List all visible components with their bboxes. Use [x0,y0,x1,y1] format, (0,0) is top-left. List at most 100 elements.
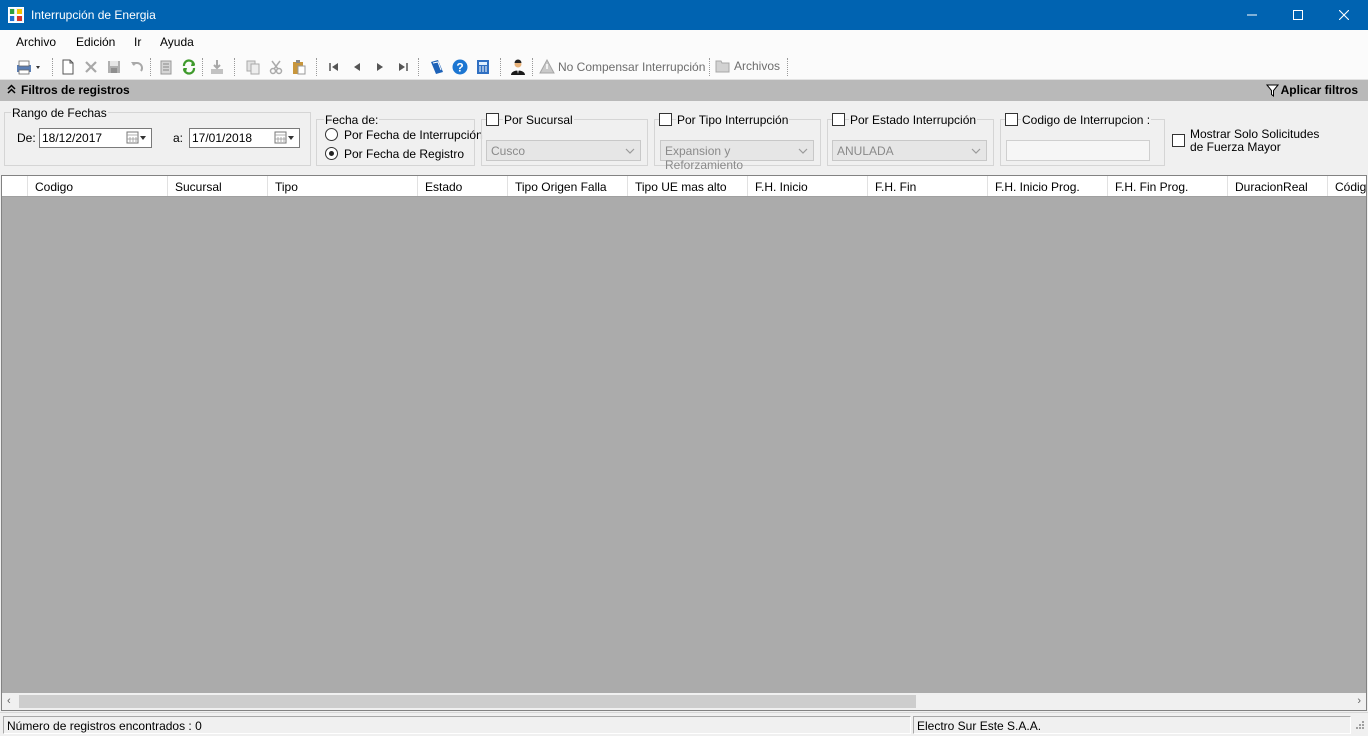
menu-bar: Archivo Edición Ir Ayuda [0,30,1368,54]
tipo-checkbox[interactable] [659,113,672,126]
calendar-dropdown-icon[interactable] [274,131,296,144]
window-title: Interrupción de Energia [31,8,156,22]
minimize-button[interactable] [1229,0,1275,30]
radio-fecha-registro-label[interactable]: Por Fecha de Registro [344,147,464,161]
column-header-sucursal[interactable]: Sucursal [167,176,267,196]
collapse-chevron-icon[interactable] [7,83,16,98]
records-grid[interactable]: Codigo Sucursal Tipo Estado Tipo Origen … [1,175,1367,711]
warning-icon [539,59,555,74]
to-date-value: 17/01/2018 [192,131,253,145]
codigo-checkbox-label[interactable]: Codigo de Interrupcion : [1021,113,1152,127]
folder-icon [715,60,730,73]
column-header-fh-inicio-prog[interactable]: F.H. Inicio Prog. [987,176,1107,196]
import-icon[interactable] [208,58,226,76]
toolbar-separator [787,58,788,76]
scroll-left-icon[interactable]: ‹ [7,695,11,707]
book-icon[interactable] [428,58,446,76]
toolbar-separator [202,58,203,76]
print-dropdown-button[interactable] [13,58,43,76]
toolbar-separator [500,58,501,76]
calculator-icon[interactable] [474,58,492,76]
calendar-dropdown-icon[interactable] [126,131,148,144]
refresh-icon[interactable] [180,58,198,76]
toolbar-separator [532,58,533,76]
filter-header[interactable]: Filtros de registros Aplicar filtros [0,80,1368,101]
delete-icon[interactable] [82,58,100,76]
column-header-fh-inicio[interactable]: F.H. Inicio [747,176,867,196]
menu-ir[interactable]: Ir [134,35,141,49]
archivos-label: Archivos [734,59,781,73]
toolbar-separator [234,58,235,76]
svg-text:?: ? [456,61,463,75]
toolbar: ? No Compensar Interrupción Archivos [0,54,1368,80]
row-header-column[interactable] [2,176,27,196]
tipo-select[interactable]: Expansion y Reforzamiento [660,140,814,172]
paste-icon[interactable] [290,58,308,76]
copy-icon[interactable] [244,58,262,76]
archivos-button[interactable]: Archivos [715,59,780,73]
app-icon [8,7,24,23]
user-icon[interactable] [509,58,527,76]
from-date-picker[interactable]: 18/12/2017 [39,128,152,148]
sucursal-checkbox-label[interactable]: Por Sucursal [503,113,574,127]
next-record-icon[interactable] [371,58,389,76]
from-date-value: 18/12/2017 [42,131,103,145]
column-header-codigo-2[interactable]: Código [1327,176,1366,196]
sucursal-select[interactable]: Cusco [486,140,641,161]
estado-select[interactable]: ANULADA [832,140,987,161]
filter-header-title: Filtros de registros [21,83,130,97]
chevron-down-icon [625,145,635,159]
estado-select-value: ANULADA [837,144,894,158]
filter-panel: Rango de Fechas De: 18/12/2017 a: 17/01/… [0,101,1368,175]
date-type-legend: Fecha de: [324,113,380,127]
help-icon[interactable]: ? [451,58,469,76]
apply-filters-label: Aplicar filtros [1280,83,1358,97]
resize-grip-icon[interactable] [1352,717,1366,733]
column-header-estado[interactable]: Estado [417,176,507,196]
tipo-checkbox-label[interactable]: Por Tipo Interrupción [676,113,790,127]
undo-icon[interactable] [128,58,146,76]
to-date-label: a: [173,131,184,145]
menu-ayuda[interactable]: Ayuda [160,35,194,49]
apply-filters-button[interactable]: Aplicar filtros [1265,83,1358,97]
no-compensar-button[interactable]: No Compensar Interrupción [539,59,705,74]
estado-checkbox[interactable] [832,113,845,126]
column-header-tipo-origen-falla[interactable]: Tipo Origen Falla [507,176,627,196]
first-record-icon[interactable] [325,58,343,76]
codigo-checkbox[interactable] [1005,113,1018,126]
menu-edicion[interactable]: Edición [76,35,115,49]
fuerza-mayor-checkbox[interactable] [1172,134,1185,147]
fuerza-mayor-label-line2: de Fuerza Mayor [1190,140,1281,154]
menu-archivo[interactable]: Archivo [16,35,56,49]
last-record-icon[interactable] [394,58,412,76]
sucursal-select-value: Cusco [491,144,526,158]
column-header-fh-fin-prog[interactable]: F.H. Fin Prog. [1107,176,1227,196]
save-icon[interactable] [105,58,123,76]
horizontal-scrollbar[interactable]: ‹ › [2,693,1366,710]
close-button[interactable] [1321,0,1367,30]
document-list-icon[interactable] [157,58,175,76]
scroll-thumb[interactable] [19,695,916,708]
codigo-input[interactable] [1006,140,1150,161]
chevron-down-icon [971,145,981,159]
radio-fecha-interrupcion[interactable] [325,128,338,141]
scroll-right-icon[interactable]: › [1357,695,1361,707]
radio-fecha-interrupcion-label[interactable]: Por Fecha de Interrupción [344,128,483,142]
cut-icon[interactable] [267,58,285,76]
to-date-picker[interactable]: 17/01/2018 [189,128,300,148]
fuerza-mayor-label[interactable]: Mostrar Solo Solicitudes de Fuerza Mayor [1190,128,1319,154]
toolbar-separator [709,58,710,76]
column-header-tipo[interactable]: Tipo [267,176,417,196]
toolbar-separator [418,58,419,76]
column-header-codigo[interactable]: Codigo [27,176,167,196]
toolbar-separator [52,58,53,76]
estado-checkbox-label[interactable]: Por Estado Interrupción [849,113,978,127]
radio-fecha-registro[interactable] [325,147,338,160]
previous-record-icon[interactable] [348,58,366,76]
column-header-fh-fin[interactable]: F.H. Fin [867,176,987,196]
column-header-tipo-ue[interactable]: Tipo UE mas alto [627,176,747,196]
sucursal-checkbox[interactable] [486,113,499,126]
column-header-duracion-real[interactable]: DuracionReal [1227,176,1327,196]
maximize-button[interactable] [1275,0,1321,30]
new-document-icon[interactable] [59,58,77,76]
